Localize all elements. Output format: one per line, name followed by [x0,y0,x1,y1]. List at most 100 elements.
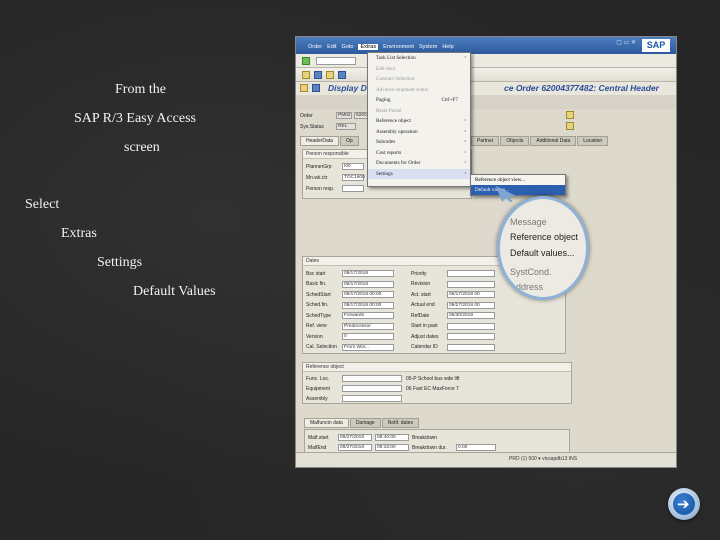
find-icon[interactable] [338,71,346,79]
status-label: Sys.Status [300,123,324,130]
field-input[interactable] [447,280,495,288]
field-input[interactable] [447,270,495,277]
back-icon[interactable] [314,71,322,79]
menu-item[interactable]: Assembly operation › [368,127,470,138]
field-input[interactable]: 09/17/2018 [342,270,394,277]
menu-extras[interactable]: Extras [358,44,379,50]
tab-notif-dates[interactable]: Notif. dates [381,418,420,428]
menu-item-label: Cost reports [376,149,402,156]
field-row: Func. Loc. 05-P School bus wde lift [306,374,460,383]
field-input[interactable]: 09/27/2018 [338,444,372,451]
order-type-field[interactable]: PM02 [336,112,352,119]
enter-icon[interactable] [302,57,310,65]
menu-goto[interactable]: Goto [342,44,354,50]
menu-environment[interactable]: Environment [383,44,414,50]
field-input[interactable]: Predecessor [342,322,394,330]
status-row: Sys.Status REL [300,122,356,131]
field-label: Basic fin. [306,281,327,287]
submenu-arrow-icon: › [464,128,466,134]
field-input[interactable]: 09:40:00 [375,434,409,441]
field-input[interactable] [447,322,495,330]
field-input[interactable]: 09:15:00 [375,444,409,451]
field-row: RefDate 05/30/2018 [411,311,495,320]
menu-item-reference-object-view[interactable]: Reference object view... [471,175,565,185]
field-input[interactable]: 09/27/2018 [338,434,372,441]
menu-item[interactable]: Reference object › [368,116,470,127]
field-input[interactable]: 0 [342,333,394,340]
menu-order[interactable]: Order [308,44,322,50]
screen-title-strip: Display D ce Order 62004377482: Central … [296,82,676,95]
field-input[interactable]: 05/17/2018 00 [447,291,495,298]
tab-damage[interactable]: Damage [349,418,381,428]
field-label: Act. start [411,291,431,298]
field-description: 05-P School bus wde lift [406,375,460,382]
field-input[interactable]: 09/17/2018 00:00 [342,301,394,309]
screen-title-left: Display D [328,83,367,93]
planner-group-field[interactable]: I00 [342,163,364,170]
instruction-line-4: Select [25,197,60,212]
menu-item-label: Edit docs [376,65,396,72]
tab-headerdata[interactable]: HeaderData [300,136,339,146]
menu-edit[interactable]: Edit [327,44,336,50]
tab-partner[interactable]: Partner [471,136,500,146]
work-center-field[interactable]: TOC1600 [342,174,365,181]
system-status-text: PRD (1) 500 ▾ vicsapdb13 INS [509,456,578,462]
tab-additional-data[interactable]: Additional Data [530,136,577,146]
person-row: Person resp. [306,184,364,193]
magnified-reference-object: Reference object [510,232,579,242]
field-label: Breakdown dur. [412,444,447,451]
tab-malfunction-data[interactable]: Malfunctn data [304,418,349,428]
field-input[interactable] [342,395,402,402]
menu-system[interactable]: System [419,44,437,50]
field-input[interactable]: 05/30/2018 [447,312,495,319]
tab-objects[interactable]: Objects [500,136,530,146]
menu-item: Advance shipment status [368,85,470,96]
field-input[interactable] [342,375,402,382]
tab-operations[interactable]: Op [339,136,359,146]
next-slide-button[interactable]: ➔ [668,488,700,520]
command-field[interactable] [316,57,356,65]
menu-item-default-values[interactable]: Default values... [471,185,565,195]
field-input[interactable]: 09/27/2018 00 [447,301,495,309]
field-label: Equipment [306,385,330,392]
field-input[interactable]: From Wor... [342,343,394,351]
field-input[interactable] [447,343,495,351]
save-icon[interactable] [302,71,310,79]
menu-item[interactable]: Cost reports › [368,148,470,159]
menu-item[interactable]: Documents for Order › [368,158,470,169]
tab-location[interactable]: Location [577,136,609,146]
field-label: Cal. Selection [306,344,337,350]
menu-item-label: Assembly operation [376,128,418,135]
menu-item: Edit docs [368,64,470,75]
field-input[interactable]: Forwards [342,312,394,319]
screen-title-right: ce Order 62004377482: Central Header [504,83,659,93]
field-input[interactable]: 09/17/2018 [342,280,394,288]
person-row: Mn.wk.ctr TOC1600 [306,173,365,182]
display-icon[interactable] [300,84,308,92]
menu-item[interactable]: Task List Selection › [368,53,470,64]
application-toolbar [296,68,676,82]
menu-item[interactable]: Subordes › [368,137,470,148]
magnified-message: Message [510,217,547,227]
field-row: Cal. Selection From Wor... [306,343,394,352]
status-field[interactable]: REL [336,123,356,130]
menu-item[interactable]: Settings › [368,168,470,179]
menu-help[interactable]: Help [442,44,453,50]
field-row: Equipment 06 Fast EC MaxForce 7 [306,384,459,393]
sap-title-bar: Order Edit Goto Extras Environment Syste… [296,37,676,54]
field-input[interactable] [447,333,495,340]
field-row: Ref. view Predecessor [306,322,394,331]
order-label: Order [300,112,313,119]
field-input[interactable] [342,385,402,392]
field-input[interactable]: 09/17/2018 00:00 [342,291,394,298]
print-icon[interactable] [326,71,334,79]
person-responsible-field[interactable] [342,185,364,192]
change-icon[interactable] [312,84,320,92]
extras-dropdown-menu: Task List Selection › Edit docs Contract Se… [367,52,471,187]
menu-item-label: Contract Selection [376,76,415,82]
menu-item[interactable]: Paging Ctrl+F7 [368,95,470,106]
info-icon[interactable] [566,111,574,119]
status-info-icon[interactable] [566,122,574,130]
field-input[interactable]: 0.00 [456,444,496,451]
window-controls[interactable]: ▢ ▭ ✕ [616,39,636,46]
